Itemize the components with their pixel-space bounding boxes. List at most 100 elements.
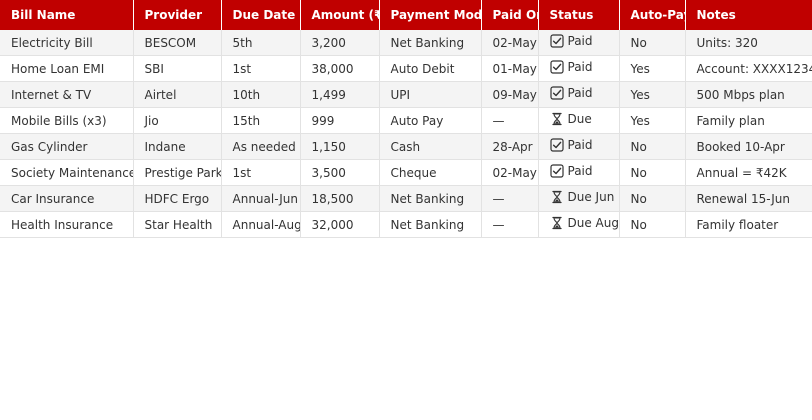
header-notes[interactable]: Notes xyxy=(685,0,812,30)
cell-due-date[interactable]: As needed xyxy=(221,133,301,160)
cell-amount[interactable]: 32,000 xyxy=(300,211,380,238)
cell-auto-pay[interactable]: No xyxy=(619,133,686,160)
cell-auto-pay[interactable]: No xyxy=(619,185,686,212)
cell-provider[interactable]: Indane xyxy=(133,133,222,160)
cell-payment-mode[interactable]: Net Banking xyxy=(379,30,482,56)
checkbox-checked-icon xyxy=(549,164,564,178)
header-provider[interactable]: Provider xyxy=(133,0,222,30)
cell-due-date[interactable]: 5th xyxy=(221,30,301,56)
cell-bill-name[interactable]: Car Insurance xyxy=(0,185,134,212)
table-row: Mobile Bills (x3) Jio 15th 999 Auto Pay — Due Y… xyxy=(0,107,812,134)
cell-payment-mode[interactable]: Auto Pay xyxy=(379,107,482,134)
table-row: Car Insurance HDFC Ergo Annual-Jun 18,500 Ne… xyxy=(0,185,812,212)
cell-due-date[interactable]: 1st xyxy=(221,55,301,82)
cell-notes[interactable]: 500 Mbps plan xyxy=(685,81,812,108)
cell-status[interactable]: Paid xyxy=(538,159,620,186)
cell-payment-mode[interactable]: Cash xyxy=(379,133,482,160)
header-status[interactable]: Status xyxy=(538,0,620,30)
cell-amount[interactable]: 3,500 xyxy=(300,159,380,186)
status-label: Paid xyxy=(567,34,593,48)
cell-provider[interactable]: Airtel xyxy=(133,81,222,108)
cell-status[interactable]: Due Jun xyxy=(538,185,620,212)
cell-provider[interactable]: Star Health xyxy=(133,211,222,238)
cell-due-date[interactable]: 10th xyxy=(221,81,301,108)
cell-provider[interactable]: HDFC Ergo xyxy=(133,185,222,212)
cell-paid-on[interactable]: — xyxy=(481,107,539,134)
header-due-date[interactable]: Due Date xyxy=(221,0,301,30)
hourglass-icon xyxy=(550,216,564,230)
cell-bill-name[interactable]: Health Insurance xyxy=(0,211,134,238)
cell-paid-on[interactable]: — xyxy=(481,211,539,238)
header-auto-pay[interactable]: Auto-Pay xyxy=(619,0,686,30)
cell-paid-on[interactable]: — xyxy=(481,185,539,212)
cell-status[interactable]: Due Aug xyxy=(538,211,620,238)
cell-status[interactable]: Paid xyxy=(538,81,620,108)
cell-provider[interactable]: SBI xyxy=(133,55,222,82)
checkbox-checked-icon xyxy=(549,86,564,100)
cell-status[interactable]: Due xyxy=(538,107,620,134)
cell-notes[interactable]: Units: 320 xyxy=(685,30,812,56)
cell-auto-pay[interactable]: Yes xyxy=(619,107,686,134)
cell-bill-name[interactable]: Society Maintenance xyxy=(0,159,134,186)
header-bill-name[interactable]: Bill Name xyxy=(0,0,134,30)
cell-paid-on[interactable]: 02-May xyxy=(481,159,539,186)
cell-auto-pay[interactable]: No xyxy=(619,211,686,238)
cell-due-date[interactable]: 15th xyxy=(221,107,301,134)
cell-auto-pay[interactable]: No xyxy=(619,159,686,186)
table-row: Home Loan EMI SBI 1st 38,000 Auto Debit 01-Ma… xyxy=(0,55,812,82)
status-label: Paid xyxy=(567,60,593,74)
cell-auto-pay[interactable]: Yes xyxy=(619,81,686,108)
header-payment-mode[interactable]: Payment Mode xyxy=(379,0,482,30)
cell-notes[interactable]: Family plan xyxy=(685,107,812,134)
cell-paid-on[interactable]: 01-May xyxy=(481,55,539,82)
cell-due-date[interactable]: Annual-Aug xyxy=(221,211,301,238)
cell-bill-name[interactable]: Mobile Bills (x3) xyxy=(0,107,134,134)
cell-payment-mode[interactable]: Cheque xyxy=(379,159,482,186)
cell-bill-name[interactable]: Internet & TV xyxy=(0,81,134,108)
bills-table: Bill Name Provider Due Date Amount (₹) P… xyxy=(0,0,812,238)
status-badge: Due Jun xyxy=(550,190,615,204)
cell-notes[interactable]: Account: XXXX1234 xyxy=(685,55,812,82)
cell-notes[interactable]: Family floater xyxy=(685,211,812,238)
cell-status[interactable]: Paid xyxy=(538,55,620,82)
cell-amount[interactable]: 1,499 xyxy=(300,81,380,108)
cell-bill-name[interactable]: Gas Cylinder xyxy=(0,133,134,160)
table-row: Health Insurance Star Health Annual-Aug 32,… xyxy=(0,211,812,238)
status-badge: Paid xyxy=(549,86,593,100)
status-label: Paid xyxy=(567,86,593,100)
cell-amount[interactable]: 999 xyxy=(300,107,380,134)
cell-payment-mode[interactable]: Auto Debit xyxy=(379,55,482,82)
cell-bill-name[interactable]: Electricity Bill xyxy=(0,30,134,56)
status-badge: Paid xyxy=(549,34,593,48)
cell-provider[interactable]: Prestige Park xyxy=(133,159,222,186)
cell-payment-mode[interactable]: Net Banking xyxy=(379,185,482,212)
cell-auto-pay[interactable]: Yes xyxy=(619,55,686,82)
cell-auto-pay[interactable]: No xyxy=(619,30,686,56)
checkbox-checked-icon xyxy=(549,60,564,74)
cell-due-date[interactable]: 1st xyxy=(221,159,301,186)
cell-payment-mode[interactable]: Net Banking xyxy=(379,211,482,238)
cell-paid-on[interactable]: 28-Apr xyxy=(481,133,539,160)
cell-paid-on[interactable]: 09-May xyxy=(481,81,539,108)
cell-bill-name[interactable]: Home Loan EMI xyxy=(0,55,134,82)
hourglass-icon xyxy=(550,112,564,126)
cell-payment-mode[interactable]: UPI xyxy=(379,81,482,108)
table-row: Internet & TV Airtel 10th 1,499 UPI 09-May Pai… xyxy=(0,81,812,108)
cell-amount[interactable]: 3,200 xyxy=(300,30,380,56)
cell-provider[interactable]: BESCOM xyxy=(133,30,222,56)
cell-status[interactable]: Paid xyxy=(538,133,620,160)
cell-provider[interactable]: Jio xyxy=(133,107,222,134)
header-paid-on[interactable]: Paid On xyxy=(481,0,539,30)
cell-amount[interactable]: 38,000 xyxy=(300,55,380,82)
header-amount[interactable]: Amount (₹) xyxy=(300,0,380,30)
cell-notes[interactable]: Annual = ₹42K xyxy=(685,159,812,186)
cell-amount[interactable]: 1,150 xyxy=(300,133,380,160)
cell-due-date[interactable]: Annual-Jun xyxy=(221,185,301,212)
cell-paid-on[interactable]: 02-May xyxy=(481,30,539,56)
cell-notes[interactable]: Renewal 15-Jun xyxy=(685,185,812,212)
cell-amount[interactable]: 18,500 xyxy=(300,185,380,212)
cell-notes[interactable]: Booked 10-Apr xyxy=(685,133,812,160)
status-label: Due Jun xyxy=(567,190,615,204)
cell-status[interactable]: Paid xyxy=(538,30,620,56)
status-badge: Due xyxy=(550,112,592,126)
